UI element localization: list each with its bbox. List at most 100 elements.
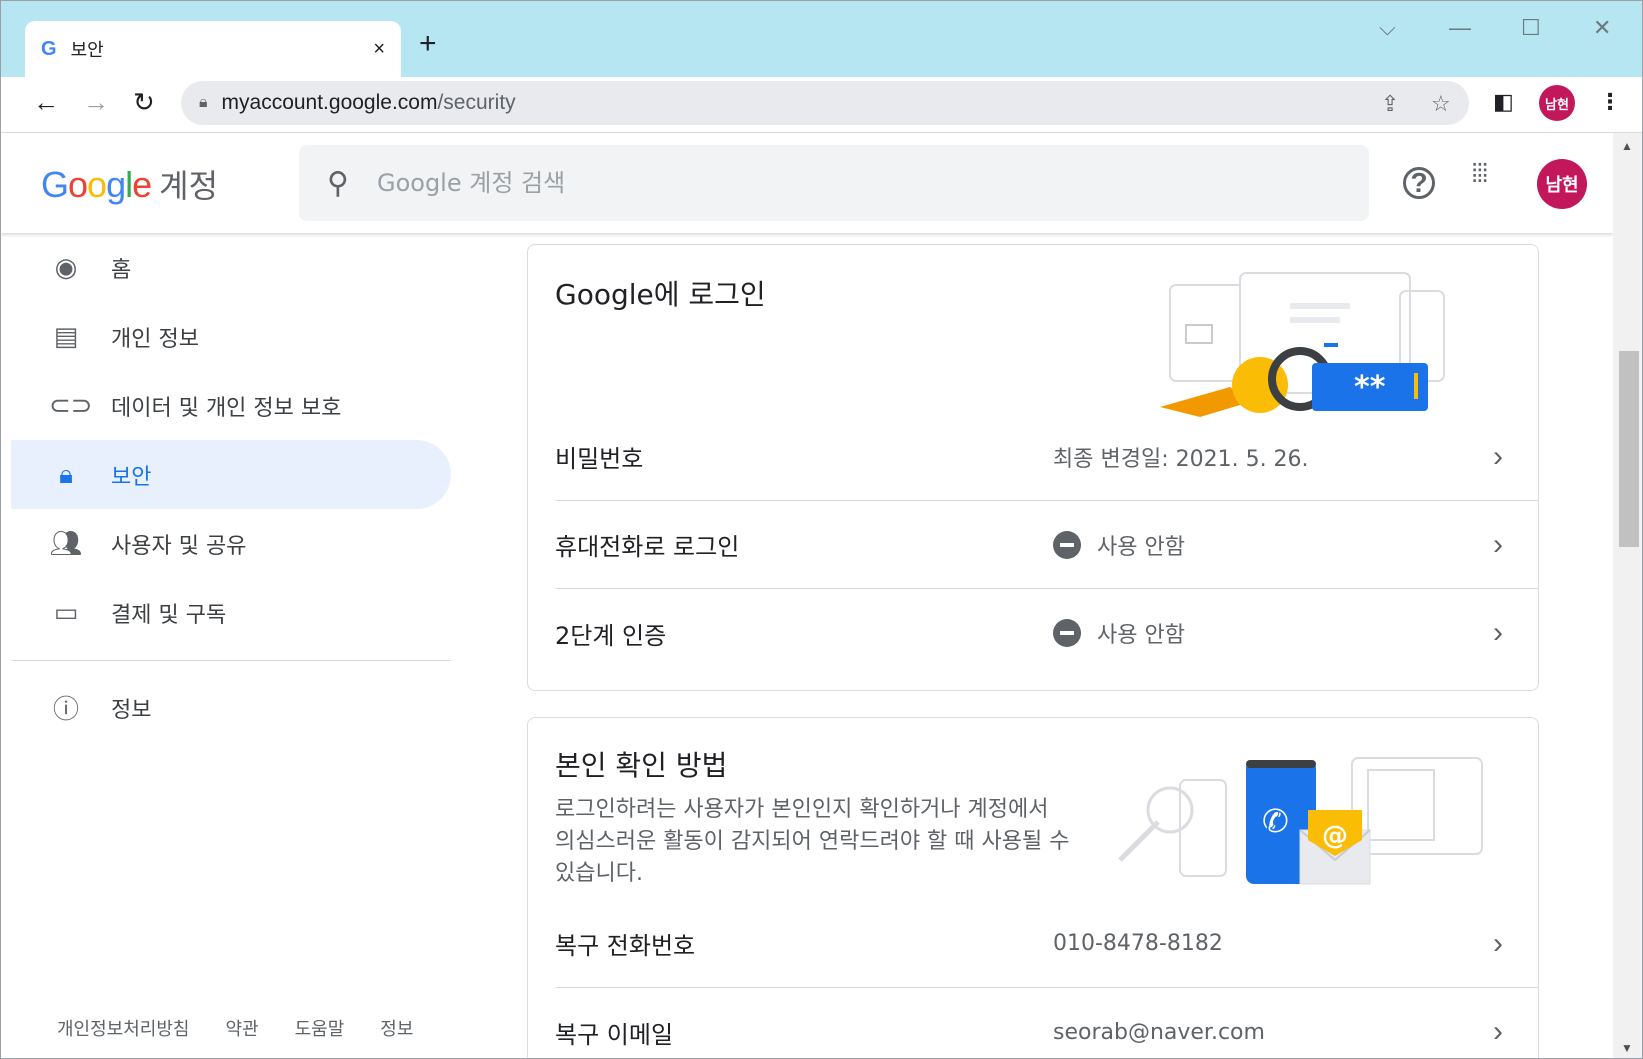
row-value: seorab@naver.com	[1053, 1020, 1539, 1045]
share-icon[interactable]: ⇪	[1381, 91, 1399, 117]
password-last-changed: 최종 변경일: 2021. 5. 26.	[1053, 446, 1309, 472]
sidebar-item-personal-info[interactable]: ▤ 개인 정보	[11, 302, 451, 371]
account-search: ⚲	[299, 145, 1369, 221]
chevron-right-icon: ›	[1493, 616, 1503, 649]
toggle-icon: ⊂⊃	[49, 390, 93, 420]
disabled-status-icon	[1053, 619, 1081, 647]
svg-text:**: **	[1354, 370, 1386, 405]
recovery-phone-row[interactable]: 복구 전화번호 010-8478-8182 ›	[555, 900, 1539, 988]
bookmark-star-icon[interactable]: ☆	[1431, 91, 1451, 117]
svg-text:@: @	[1322, 821, 1348, 851]
sidebar-item-label: 결제 및 구독	[111, 602, 227, 628]
status-text: 사용 안함	[1097, 534, 1185, 560]
recovery-email-address: seorab@naver.com	[1053, 1019, 1265, 1045]
profile-avatar[interactable]: 남현	[1539, 85, 1575, 121]
reload-icon[interactable]: ↻	[133, 87, 155, 118]
credit-card-icon: ▭	[53, 597, 79, 627]
minimize-icon[interactable]: —	[1449, 15, 1471, 41]
scroll-up-arrow-icon[interactable]: ▲	[1621, 139, 1633, 153]
browser-toolbar: ← → ↻ 🔒︎ myaccount.google.com /security …	[1, 77, 1642, 133]
chevron-right-icon: ›	[1493, 1015, 1503, 1048]
people-icon: 👥︎	[49, 528, 83, 558]
address-bar[interactable]: 🔒︎ myaccount.google.com /security ⇪ ☆	[181, 81, 1469, 125]
sidebar-item-home[interactable]: ◉ 홈	[11, 233, 451, 302]
row-value: 010-8478-8182	[1053, 931, 1539, 956]
sidebar-item-payments[interactable]: ▭ 결제 및 구독	[11, 578, 451, 647]
footer-link-terms[interactable]: 약관	[225, 1015, 258, 1041]
row-label: 휴대전화로 로그인	[555, 533, 740, 561]
sidebar-item-security[interactable]: 🔒︎ 보안	[11, 440, 451, 509]
sidebar-item-label: 사용자 및 공유	[111, 533, 247, 559]
sidebar-item-label: 개인 정보	[111, 326, 199, 352]
row-value: 사용 안함	[1053, 529, 1539, 561]
footer-link-about[interactable]: 정보	[380, 1015, 413, 1041]
svg-text:✆: ✆	[1262, 802, 1289, 840]
sidebar-item-label: 보안	[111, 464, 152, 490]
apps-grid-icon[interactable]: ⁞⁞⁞	[1471, 160, 1489, 186]
maximize-icon[interactable]: ☐	[1521, 15, 1541, 41]
key-password-illustration: **	[1160, 272, 1445, 417]
sidebar-item-data-privacy[interactable]: ⊂⊃ 데이터 및 개인 정보 보호	[11, 371, 451, 440]
sidebar-item-people-sharing[interactable]: 👥︎ 사용자 및 공유	[11, 509, 451, 578]
page-scrollbar[interactable]: ▲ ▼	[1613, 133, 1642, 1058]
recovery-phone-number: 010-8478-8182	[1053, 931, 1223, 956]
row-value: 사용 안함	[1053, 617, 1539, 649]
url-path: /security	[437, 91, 516, 114]
row-label: 복구 전화번호	[555, 932, 696, 960]
row-label: 비밀번호	[555, 445, 644, 473]
scrollbar-thumb[interactable]	[1619, 351, 1639, 547]
scroll-down-arrow-icon[interactable]: ▼	[1621, 1041, 1633, 1055]
url-host: myaccount.google.com	[221, 91, 438, 114]
signin-card: Google에 로그인 ** 비밀번호 최종 변경일: 2021. 5. 26.…	[527, 244, 1539, 691]
sidebar-item-label: 정보	[111, 697, 152, 723]
account-circle-icon: ◉	[54, 252, 78, 282]
lock-icon: 🔒︎	[59, 458, 73, 489]
forward-icon[interactable]: →	[83, 87, 109, 118]
sidebar-footer: 개인정보처리방침 약관 도움말 정보	[57, 1015, 413, 1041]
row-label: 복구 이메일	[555, 1020, 674, 1049]
browser-tab-active[interactable]: G 보안 ×	[25, 21, 401, 77]
search-icon[interactable]: ⚲	[327, 166, 349, 201]
tab-strip: G 보안 × + ⌵ — ☐ ✕	[1, 1, 1642, 77]
phone-email-illustration: ✆ @	[1118, 757, 1483, 885]
recovery-email-row[interactable]: 복구 이메일 seorab@naver.com ›	[555, 988, 1539, 1058]
sidebar-divider	[11, 660, 451, 661]
footer-link-privacy[interactable]: 개인정보처리방침	[57, 1015, 189, 1041]
id-card-icon: ▤	[53, 321, 79, 351]
browser-menu-icon[interactable]: ⋮	[1599, 89, 1621, 115]
password-row[interactable]: 비밀번호 최종 변경일: 2021. 5. 26. ›	[555, 413, 1539, 501]
account-header: Google계정 ⚲ ? ⁞⁞⁞ 남현	[1, 133, 1613, 233]
verification-card: 본인 확인 방법 로그인하려는 사용자가 본인인지 확인하거나 계정에서 의심스…	[527, 717, 1539, 1058]
help-icon[interactable]: ?	[1403, 167, 1435, 199]
google-account-logo[interactable]: Google 계정	[41, 161, 218, 207]
card-title: Google에 로그인	[555, 278, 766, 311]
footer-link-help[interactable]: 도움말	[295, 1015, 345, 1041]
card-description: 로그인하려는 사용자가 본인인지 확인하거나 계정에서 의심스러운 활동이 감지…	[555, 797, 1070, 886]
row-label: 2단계 인증	[555, 621, 667, 650]
tab-search-chevron-icon[interactable]: ⌵	[1379, 15, 1396, 41]
tab-title: 보안	[70, 40, 104, 61]
sidebar-item-label: 데이터 및 개인 정보 보호	[111, 395, 342, 421]
sidebar-item-label: 홈	[111, 257, 132, 283]
account-avatar[interactable]: 남현	[1537, 159, 1587, 209]
side-panel-icon[interactable]: ◧	[1493, 89, 1514, 115]
card-title: 본인 확인 방법	[555, 749, 728, 782]
phone-signin-row[interactable]: 휴대전화로 로그인 사용 안함 ›	[555, 501, 1539, 589]
back-icon[interactable]: ←	[33, 87, 59, 118]
logo-suffix: 계정	[159, 167, 219, 205]
browser-window: G 보안 × + ⌵ — ☐ ✕ ← → ↻ 🔒︎ myaccount.goog…	[0, 0, 1643, 1059]
new-tab-button[interactable]: +	[419, 29, 437, 59]
row-value: 최종 변경일: 2021. 5. 26.	[1053, 441, 1539, 473]
search-input[interactable]	[376, 169, 1177, 197]
info-icon: ⓘ	[52, 694, 79, 724]
chevron-right-icon: ›	[1493, 926, 1503, 960]
two-step-verification-row[interactable]: 2단계 인증 사용 안함 ›	[555, 589, 1539, 677]
chevron-right-icon: ›	[1493, 439, 1503, 473]
padlock-icon[interactable]: 🔒︎	[199, 94, 208, 112]
google-favicon-icon: G	[41, 37, 57, 60]
sidebar-item-about[interactable]: ⓘ 정보	[11, 673, 451, 742]
close-tab-icon[interactable]: ×	[373, 38, 385, 61]
sidebar-nav: ◉ 홈 ▤ 개인 정보 ⊂⊃ 데이터 및 개인 정보 보호 🔒︎ 보안 👥︎ 사…	[11, 233, 451, 742]
window-close-icon[interactable]: ✕	[1593, 15, 1611, 41]
chevron-right-icon: ›	[1493, 527, 1503, 561]
